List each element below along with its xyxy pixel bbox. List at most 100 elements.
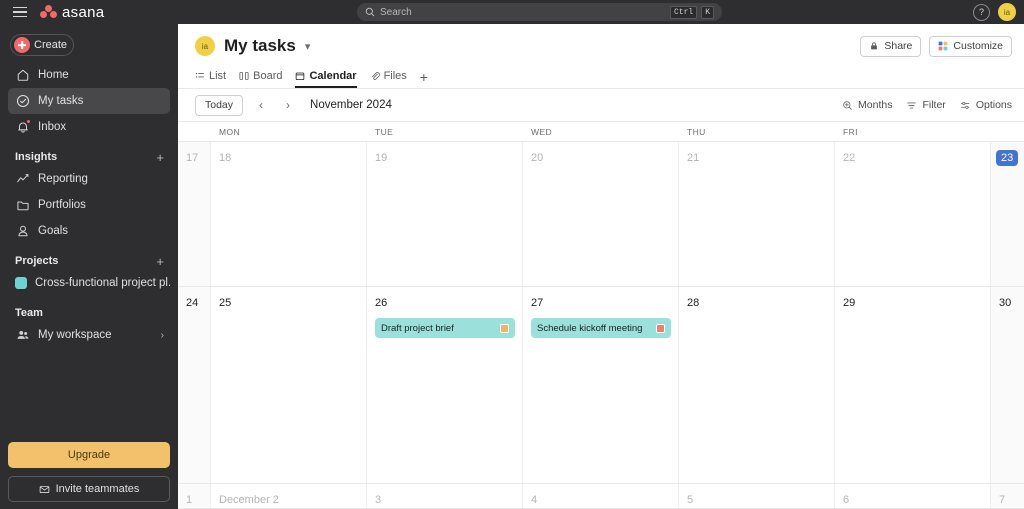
section-title: Projects bbox=[15, 255, 59, 267]
calendar-day-cell[interactable]: 24 bbox=[178, 287, 211, 483]
calendar-day-cell[interactable]: 7 bbox=[991, 484, 1024, 508]
tab-label: Calendar bbox=[309, 70, 357, 82]
day-number: 19 bbox=[375, 152, 388, 164]
upgrade-button[interactable]: Upgrade bbox=[8, 442, 170, 468]
tab-label: Files bbox=[383, 70, 407, 82]
tab-board[interactable]: Board bbox=[239, 70, 282, 88]
calendar-day-cell[interactable]: 23 bbox=[991, 142, 1024, 286]
sidebar-item-my-tasks[interactable]: My tasks bbox=[8, 88, 170, 114]
sidebar-item-label: My workspace bbox=[38, 329, 112, 341]
sidebar: Create Home My tasks Inbox Insights + Re… bbox=[0, 24, 178, 509]
body-container: Create Home My tasks Inbox Insights + Re… bbox=[0, 24, 1024, 509]
header-actions: Share Customize bbox=[860, 35, 1012, 57]
sidebar-item-reporting[interactable]: Reporting bbox=[8, 166, 170, 192]
filter-button[interactable]: Filter bbox=[906, 99, 946, 111]
calendar-day-cell[interactable]: 4 bbox=[523, 484, 679, 508]
customize-button-label: Customize bbox=[953, 40, 1003, 52]
folder-icon bbox=[15, 198, 30, 213]
calendar-day-cell[interactable]: 3 bbox=[367, 484, 523, 508]
chevron-right-icon[interactable]: › bbox=[279, 95, 297, 115]
section-title: Insights bbox=[15, 151, 58, 163]
calendar-day-cell[interactable]: 22 bbox=[835, 142, 991, 286]
page-title: My tasks bbox=[224, 36, 296, 55]
day-number: 1 bbox=[186, 494, 193, 506]
task-status-badge bbox=[656, 323, 665, 333]
calendar-day-cell[interactable]: 25 bbox=[211, 287, 367, 483]
envelope-icon bbox=[39, 484, 50, 495]
calendar-day-cell[interactable]: 1 bbox=[178, 484, 211, 508]
help-icon[interactable]: ? bbox=[973, 3, 990, 21]
day-number: 5 bbox=[687, 494, 694, 506]
tab-files[interactable]: Files bbox=[370, 70, 407, 88]
brand-name: asana bbox=[62, 3, 105, 21]
invite-teammates-label: Invite teammates bbox=[55, 483, 140, 495]
calendar-day-cell[interactable]: 5 bbox=[679, 484, 835, 508]
calendar-day-cell[interactable]: 29 bbox=[835, 287, 991, 483]
sidebar-item-inbox[interactable]: Inbox bbox=[8, 114, 170, 140]
months-button[interactable]: Months bbox=[842, 99, 892, 111]
calendar-day-cell[interactable]: 26 Draft project brief bbox=[367, 287, 523, 483]
search-input[interactable]: Search Ctrl K bbox=[357, 3, 722, 21]
calendar-day-cell[interactable]: 19 bbox=[367, 142, 523, 286]
calendar-day-cell[interactable]: 18 bbox=[211, 142, 367, 286]
calendar-day-cell[interactable]: 28 bbox=[679, 287, 835, 483]
create-button[interactable]: Create bbox=[10, 34, 74, 56]
sidebar-item-portfolios[interactable]: Portfolios bbox=[8, 192, 170, 218]
sidebar-item-label: Portfolios bbox=[38, 199, 86, 211]
sidebar-item-label: Inbox bbox=[38, 121, 67, 133]
calendar-day-cell[interactable]: 21 bbox=[679, 142, 835, 286]
search-shortcut: Ctrl K bbox=[669, 5, 714, 19]
view-tabs: List Board Calendar Files + bbox=[195, 66, 1012, 88]
calendar-day-cell[interactable]: 6 bbox=[835, 484, 991, 508]
sidebar-item-my-workspace[interactable]: My workspace › bbox=[8, 322, 170, 348]
options-button[interactable]: Options bbox=[960, 99, 1012, 111]
calendar-day-cell[interactable]: 27 Schedule kickoff meeting bbox=[523, 287, 679, 483]
chevron-left-icon[interactable]: ‹ bbox=[252, 95, 270, 115]
tab-list[interactable]: List bbox=[195, 70, 226, 88]
calendar-day-cell[interactable]: 20 bbox=[523, 142, 679, 286]
calendar-day-cell[interactable]: December 2 bbox=[211, 484, 367, 508]
chevron-down-icon[interactable]: ▾ bbox=[305, 40, 311, 53]
task-name: Draft project brief bbox=[381, 322, 454, 334]
dow-spacer-sun bbox=[178, 122, 211, 141]
zoom-icon bbox=[842, 100, 853, 111]
day-number: 17 bbox=[186, 152, 199, 164]
goal-icon bbox=[15, 224, 30, 239]
invite-teammates-button[interactable]: Invite teammates bbox=[8, 476, 170, 502]
tab-calendar[interactable]: Calendar bbox=[295, 70, 357, 88]
filter-button-label: Filter bbox=[922, 99, 946, 111]
main-content: ia My tasks ▾ Share Customize List Board… bbox=[178, 24, 1024, 509]
calendar-day-cell[interactable]: 17 bbox=[178, 142, 211, 286]
shortcut-key-ctrl: Ctrl bbox=[669, 5, 698, 19]
share-button[interactable]: Share bbox=[860, 35, 922, 57]
plus-icon bbox=[14, 37, 30, 53]
add-project-button[interactable]: + bbox=[156, 255, 164, 268]
day-number: 26 bbox=[375, 297, 388, 309]
day-number: 7 bbox=[999, 494, 1006, 506]
avatar: ia bbox=[195, 36, 215, 56]
today-button[interactable]: Today bbox=[195, 94, 244, 116]
hamburger-icon[interactable] bbox=[6, 6, 34, 18]
calendar-day-cell[interactable]: 30 bbox=[991, 287, 1024, 483]
day-number-today: 23 bbox=[996, 150, 1019, 166]
add-tab-button[interactable]: + bbox=[420, 69, 428, 88]
task-card[interactable]: Schedule kickoff meeting bbox=[531, 318, 671, 338]
project-dot-icon bbox=[15, 277, 27, 289]
sidebar-item-goals[interactable]: Goals bbox=[8, 218, 170, 244]
day-number: 28 bbox=[687, 297, 700, 309]
dow-tue: TUE bbox=[375, 126, 394, 137]
sidebar-item-project[interactable]: Cross-functional project pl... bbox=[8, 270, 170, 296]
sidebar-item-label: My tasks bbox=[38, 95, 84, 107]
bell-icon bbox=[15, 118, 31, 135]
day-number: 4 bbox=[531, 494, 538, 506]
day-of-week-header: MON TUE WED THU FRI bbox=[178, 122, 1024, 142]
add-insight-button[interactable]: + bbox=[156, 151, 164, 164]
chevron-right-icon[interactable]: › bbox=[161, 330, 164, 341]
sidebar-item-label: Cross-functional project pl... bbox=[35, 277, 170, 289]
avatar[interactable]: ia bbox=[998, 3, 1016, 21]
customize-button[interactable]: Customize bbox=[929, 35, 1012, 57]
task-card[interactable]: Draft project brief bbox=[375, 318, 515, 338]
day-number: 30 bbox=[999, 297, 1012, 309]
day-number: 22 bbox=[843, 152, 856, 164]
sidebar-item-home[interactable]: Home bbox=[8, 62, 170, 88]
